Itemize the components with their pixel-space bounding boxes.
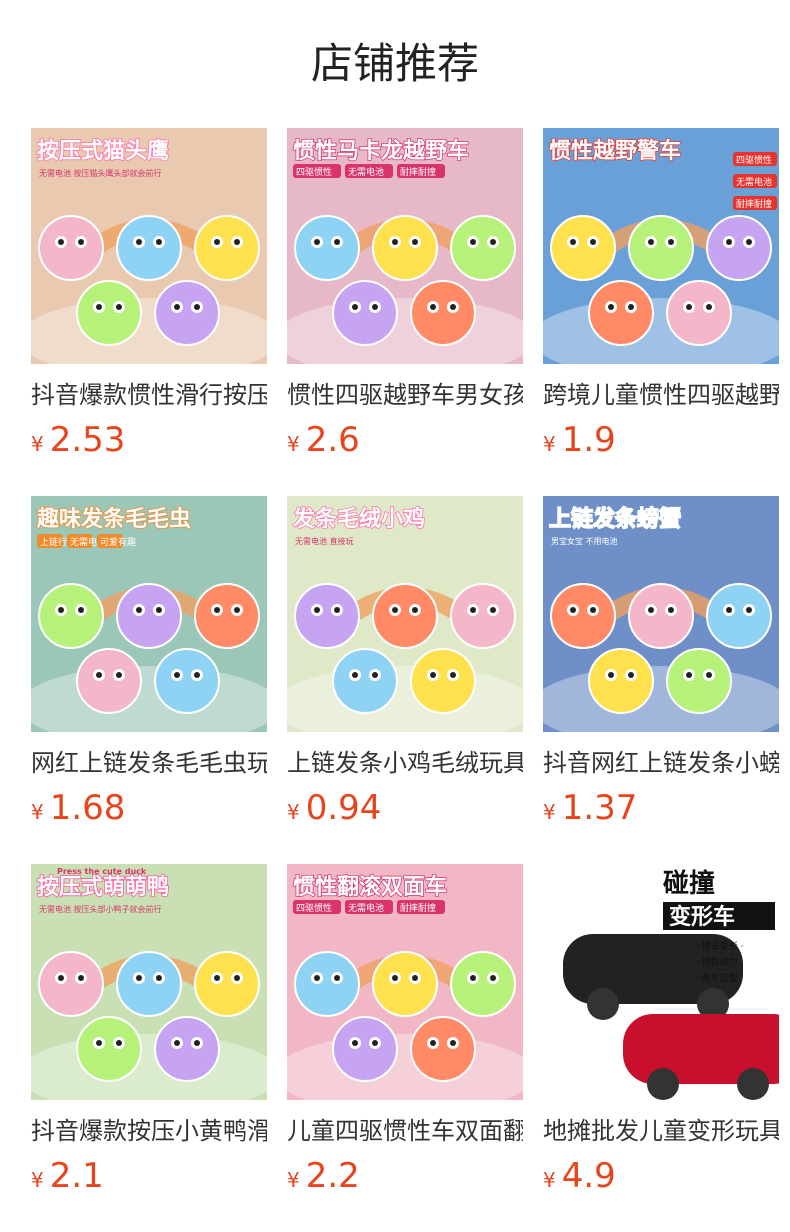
currency-symbol: ¥: [31, 1168, 44, 1192]
currency-symbol: ¥: [287, 432, 300, 456]
price-value: 4.9: [561, 1156, 616, 1196]
feature-tag: 可爱有趣: [100, 536, 136, 548]
feature-tag: 耐摔耐撞: [400, 166, 436, 178]
price-value: 1.37: [561, 788, 638, 828]
banner-title: 惯性马卡龙越野车: [293, 138, 469, 164]
product-card[interactable]: 按压式猫头鹰无需电池 按压猫头鹰头部就会前行抖音爆款惯性滑行按压式猫头鹰 ¥2.5…: [31, 128, 267, 460]
product-name[interactable]: 跨境儿童惯性四驱越野警车: [543, 378, 779, 412]
price-value: 1.9: [561, 420, 616, 460]
feature-tag: · 撞击变形 ·: [696, 940, 743, 952]
banner-note: 男宝女宝 不用电池: [551, 536, 618, 546]
currency-symbol: ¥: [543, 432, 556, 456]
feature-tag: · 跑车造型 ·: [696, 972, 743, 984]
product-name[interactable]: 上链发条小鸡毛绒玩具: [287, 746, 523, 780]
product-card[interactable]: 惯性越野警车四驱惯性无需电池耐摔耐撞跨境儿童惯性四驱越野警车 ¥1.9: [543, 128, 779, 460]
product-grid: 按压式猫头鹰无需电池 按压猫头鹰头部就会前行抖音爆款惯性滑行按压式猫头鹰 ¥2.5…: [0, 0, 790, 1232]
crab-toy-image[interactable]: 上链发条螃蟹男宝女宝 不用电池: [543, 496, 779, 732]
product-card[interactable]: 惯性翻滚双面车四驱惯性 无需电池 耐摔耐撞儿童四驱惯性车双面翻滚车 ¥2.2: [287, 864, 523, 1196]
duck-toy-image[interactable]: Press the cute duck 按压式萌萌鸭 无需电池 按压头部小鸭子就会前…: [31, 864, 267, 1100]
banner-title: 碰撞: [663, 869, 715, 899]
currency-symbol: ¥: [543, 1168, 556, 1192]
product-price: ¥4.9: [543, 1156, 779, 1196]
owl-toy-image[interactable]: 按压式猫头鹰无需电池 按压猫头鹰头部就会前行: [31, 128, 267, 364]
product-card[interactable]: 惯性马卡龙越野车四驱惯性 无需电池 耐摔耐撞惯性四驱越野车男女孩玩具 ¥2.6: [287, 128, 523, 460]
flip-car-toy-image[interactable]: 惯性翻滚双面车四驱惯性 无需电池 耐摔耐撞: [287, 864, 523, 1100]
product-name[interactable]: 惯性四驱越野车男女孩玩具: [287, 378, 523, 412]
product-card[interactable]: 上链发条螃蟹男宝女宝 不用电池抖音网红上链发条小螃蟹 ¥1.37: [543, 496, 779, 828]
product-price: ¥1.68: [31, 788, 267, 828]
banner-title: 按压式猫头鹰: [37, 138, 169, 164]
currency-symbol: ¥: [31, 800, 44, 824]
product-price: ¥0.94: [287, 788, 523, 828]
police-car-toy-image[interactable]: 惯性越野警车四驱惯性无需电池耐摔耐撞: [543, 128, 779, 364]
currency-symbol: ¥: [543, 800, 556, 824]
feature-tag: 无需电池: [348, 166, 384, 178]
banner-note: 无需电池 按压头部小鸭子就会前行: [39, 904, 162, 914]
banner-title: 上链发条螃蟹: [549, 506, 681, 532]
chick-toy-image[interactable]: 发条毛绒小鸡无需电池 直接玩: [287, 496, 523, 732]
currency-symbol: ¥: [287, 1168, 300, 1192]
product-price: ¥1.9: [543, 420, 779, 460]
banner-note: 无需电池 按压猫头鹰头部就会前行: [39, 168, 162, 178]
currency-symbol: ¥: [31, 432, 44, 456]
feature-tag: 耐摔耐撞: [736, 198, 772, 210]
product-price: ¥2.53: [31, 420, 267, 460]
currency-symbol: ¥: [287, 800, 300, 824]
caterpillar-toy-image[interactable]: 趣味发条毛毛虫 上链行走 无需电池 可爱有趣: [31, 496, 267, 732]
banner-title: 惯性越野警车: [549, 138, 681, 164]
product-price: ¥1.37: [543, 788, 779, 828]
product-price: ¥2.6: [287, 420, 523, 460]
feature-tag: 四驱惯性: [736, 154, 772, 166]
banner-note: 无需电池 直接玩: [295, 536, 354, 546]
price-value: 2.53: [49, 420, 126, 460]
product-price: ¥2.2: [287, 1156, 523, 1196]
feature-tag: 耐摔耐撞: [400, 902, 436, 914]
product-name[interactable]: 地摊批发儿童变形玩具车: [543, 1114, 779, 1148]
feature-tag: 四驱惯性: [296, 902, 332, 914]
banner-title: 趣味发条毛毛虫: [36, 506, 191, 532]
price-value: 2.1: [49, 1156, 104, 1196]
feature-tag: · 惯性动力 ·: [696, 956, 743, 968]
product-name[interactable]: 网红上链发条毛毛虫玩具: [31, 746, 267, 780]
banner-title: 按压式萌萌鸭: [37, 874, 169, 900]
product-name[interactable]: 抖音网红上链发条小螃蟹: [543, 746, 779, 780]
price-value: 0.94: [305, 788, 382, 828]
transform-car-toy-image[interactable]: 碰撞变形车 · 撞击变形 · · 惯性动力 · · 跑车造型 ·: [543, 864, 779, 1100]
banner-title: 惯性翻滚双面车: [293, 874, 447, 900]
banner-subtitle: 变形车: [669, 904, 735, 930]
product-card[interactable]: Press the cute duck 按压式萌萌鸭 无需电池 按压头部小鸭子就会前…: [31, 864, 267, 1196]
feature-tag: 无需电池: [348, 902, 384, 914]
feature-tag: 无需电池: [736, 176, 772, 188]
product-card[interactable]: 碰撞变形车 · 撞击变形 · · 惯性动力 · · 跑车造型 · 地摊批发儿童变形玩具车…: [543, 864, 779, 1196]
product-name[interactable]: 抖音爆款惯性滑行按压式猫头鹰: [31, 378, 267, 412]
price-value: 1.68: [49, 788, 126, 828]
product-price: ¥2.1: [31, 1156, 267, 1196]
offroad-car-toy-image[interactable]: 惯性马卡龙越野车四驱惯性 无需电池 耐摔耐撞: [287, 128, 523, 364]
price-value: 2.6: [305, 420, 360, 460]
product-card[interactable]: 趣味发条毛毛虫上链行走无需电池可爱有趣网红上链发条毛毛虫玩具 ¥1.68: [31, 496, 267, 828]
price-value: 2.2: [305, 1156, 360, 1196]
product-card[interactable]: 发条毛绒小鸡无需电池 直接玩上链发条小鸡毛绒玩具 ¥0.94: [287, 496, 523, 828]
product-name[interactable]: 抖音爆款按压小黄鸭滑行车: [31, 1114, 267, 1148]
product-name[interactable]: 儿童四驱惯性车双面翻滚车: [287, 1114, 523, 1148]
feature-tag: 四驱惯性: [296, 166, 332, 178]
banner-title: 发条毛绒小鸡: [292, 506, 425, 532]
